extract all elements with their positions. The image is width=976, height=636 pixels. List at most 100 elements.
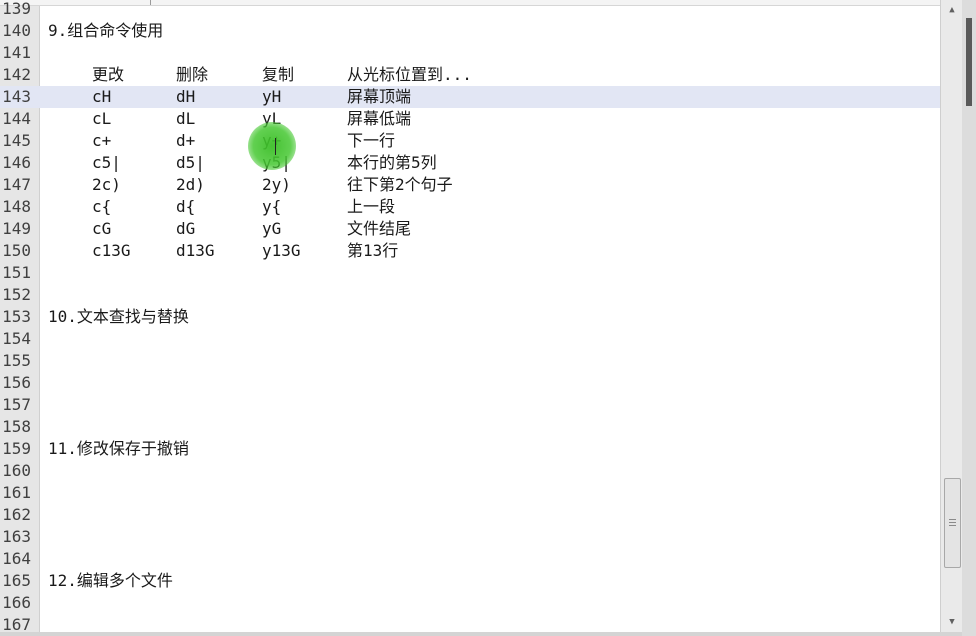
editor-line[interactable]: 164 xyxy=(0,548,940,570)
line-number: 160 xyxy=(2,461,31,480)
motion-description: 上一段 xyxy=(347,197,396,216)
motion-description: 文件结尾 xyxy=(347,219,412,238)
yank-command: yL xyxy=(262,109,282,128)
section-heading: 12.编辑多个文件 xyxy=(48,571,173,590)
editor-line[interactable]: 146 c5| d5| y5| 本行的第5列 xyxy=(0,152,940,174)
change-command: 更改 xyxy=(92,65,125,84)
editor-line[interactable]: 143 cH dH yH 屏幕顶端 xyxy=(0,86,940,108)
editor-line[interactable]: 159 11.修改保存于撤销 xyxy=(0,438,940,460)
editor-line[interactable]: 166 xyxy=(0,592,940,614)
line-number: 154 xyxy=(2,329,31,348)
section-heading: 10.文本查找与替换 xyxy=(48,307,189,326)
line-number: 143 xyxy=(2,87,31,106)
text-cursor-icon xyxy=(275,138,276,155)
editor-line[interactable]: 163 xyxy=(0,526,940,548)
editor-line[interactable]: 142 更改 删除 复制 从光标位置到... xyxy=(0,64,940,86)
section-heading: 11.修改保存于撤销 xyxy=(48,439,189,458)
change-command: cL xyxy=(92,109,112,128)
thumb-grip xyxy=(949,519,956,520)
editor-line[interactable]: 149 cG dG yG 文件结尾 xyxy=(0,218,940,240)
line-number: 140 xyxy=(2,21,31,40)
editor-line[interactable]: 165 12.编辑多个文件 xyxy=(0,570,940,592)
motion-description: 屏幕顶端 xyxy=(347,87,412,106)
change-command: cG xyxy=(92,219,112,238)
line-number: 141 xyxy=(2,43,31,62)
yank-command: y+ xyxy=(262,131,282,150)
line-number: 165 xyxy=(2,571,31,590)
window-edge xyxy=(962,0,976,636)
line-number: 151 xyxy=(2,263,31,282)
line-number: 150 xyxy=(2,241,31,260)
editor-line[interactable]: 145 c+ d+ y+ 下一行 xyxy=(0,130,940,152)
editor-line[interactable]: 161 xyxy=(0,482,940,504)
editor-line[interactable]: 141 xyxy=(0,42,940,64)
change-command: c{ xyxy=(92,197,112,216)
editor-line[interactable]: 156 xyxy=(0,372,940,394)
line-number: 149 xyxy=(2,219,31,238)
window-edge-bar xyxy=(966,18,972,106)
yank-command: yG xyxy=(262,219,282,238)
scroll-up-arrow-icon[interactable]: ▲ xyxy=(941,0,963,20)
motion-description: 屏幕低端 xyxy=(347,109,412,128)
delete-command: d{ xyxy=(176,197,196,216)
editor-line[interactable]: 160 xyxy=(0,460,940,482)
change-command: c+ xyxy=(92,131,112,150)
editor-line[interactable]: 154 xyxy=(0,328,940,350)
editor-line[interactable]: 162 xyxy=(0,504,940,526)
editor-line[interactable]: 139 xyxy=(0,0,940,20)
scrollbar-thumb[interactable] xyxy=(944,478,961,568)
motion-description: 从光标位置到... xyxy=(347,65,472,84)
line-number: 167 xyxy=(2,615,31,632)
motion-description: 往下第2个句子 xyxy=(347,175,453,194)
editor-line[interactable]: 157 xyxy=(0,394,940,416)
line-number: 139 xyxy=(2,0,31,18)
window-bottom-edge xyxy=(0,632,962,636)
vertical-scrollbar[interactable]: ▲ ▼ xyxy=(940,0,963,632)
motion-description: 本行的第5列 xyxy=(347,153,437,172)
delete-command: dH xyxy=(176,87,196,106)
line-number: 164 xyxy=(2,549,31,568)
editor-line[interactable]: 150 c13G d13G y13G 第13行 xyxy=(0,240,940,262)
editor-line[interactable]: 158 xyxy=(0,416,940,438)
change-command: c13G xyxy=(92,241,131,260)
yank-command: y{ xyxy=(262,197,282,216)
line-number: 145 xyxy=(2,131,31,150)
editor-line[interactable]: 167 xyxy=(0,614,940,632)
line-number: 142 xyxy=(2,65,31,84)
delete-command: 2d) xyxy=(176,175,205,194)
delete-command: dL xyxy=(176,109,196,128)
editor-line[interactable]: 151 xyxy=(0,262,940,284)
line-number: 157 xyxy=(2,395,31,414)
scroll-down-arrow-icon[interactable]: ▼ xyxy=(941,612,963,632)
line-number: 155 xyxy=(2,351,31,370)
editor-line[interactable]: 147 2c) 2d) 2y) 往下第2个句子 xyxy=(0,174,940,196)
delete-command: d+ xyxy=(176,131,196,150)
yank-command: 复制 xyxy=(262,65,295,84)
yank-command: 2y) xyxy=(262,175,291,194)
motion-description: 下一行 xyxy=(347,131,396,150)
section-heading: 9.组合命令使用 xyxy=(48,21,164,40)
editor-line[interactable]: 155 xyxy=(0,350,940,372)
line-number: 156 xyxy=(2,373,31,392)
motion-description: 第13行 xyxy=(347,241,399,260)
text-editor[interactable]: 139 140 9.组合命令使用 141 142 更改 删除 复制 从光标位置到... 143 cH… xyxy=(0,0,940,632)
line-number: 163 xyxy=(2,527,31,546)
line-number: 166 xyxy=(2,593,31,612)
delete-command: d5| xyxy=(176,153,205,172)
editor-line[interactable]: 140 9.组合命令使用 xyxy=(0,20,940,42)
editor-line[interactable]: 148 c{d{y{上一段 xyxy=(0,196,940,218)
change-command: cH xyxy=(92,87,112,106)
yank-command: y13G xyxy=(262,241,301,260)
line-number: 162 xyxy=(2,505,31,524)
editor-line[interactable]: 144 cL dL yL 屏幕低端 xyxy=(0,108,940,130)
line-number: 144 xyxy=(2,109,31,128)
thumb-grip xyxy=(949,522,956,523)
thumb-grip xyxy=(949,525,956,526)
change-command: c5| xyxy=(92,153,121,172)
editor-line[interactable]: 152 xyxy=(0,284,940,306)
line-number: 161 xyxy=(2,483,31,502)
yank-command: yH xyxy=(262,87,282,106)
line-number: 159 xyxy=(2,439,31,458)
delete-command: d13G xyxy=(176,241,215,260)
editor-line[interactable]: 153 10.文本查找与替换 xyxy=(0,306,940,328)
